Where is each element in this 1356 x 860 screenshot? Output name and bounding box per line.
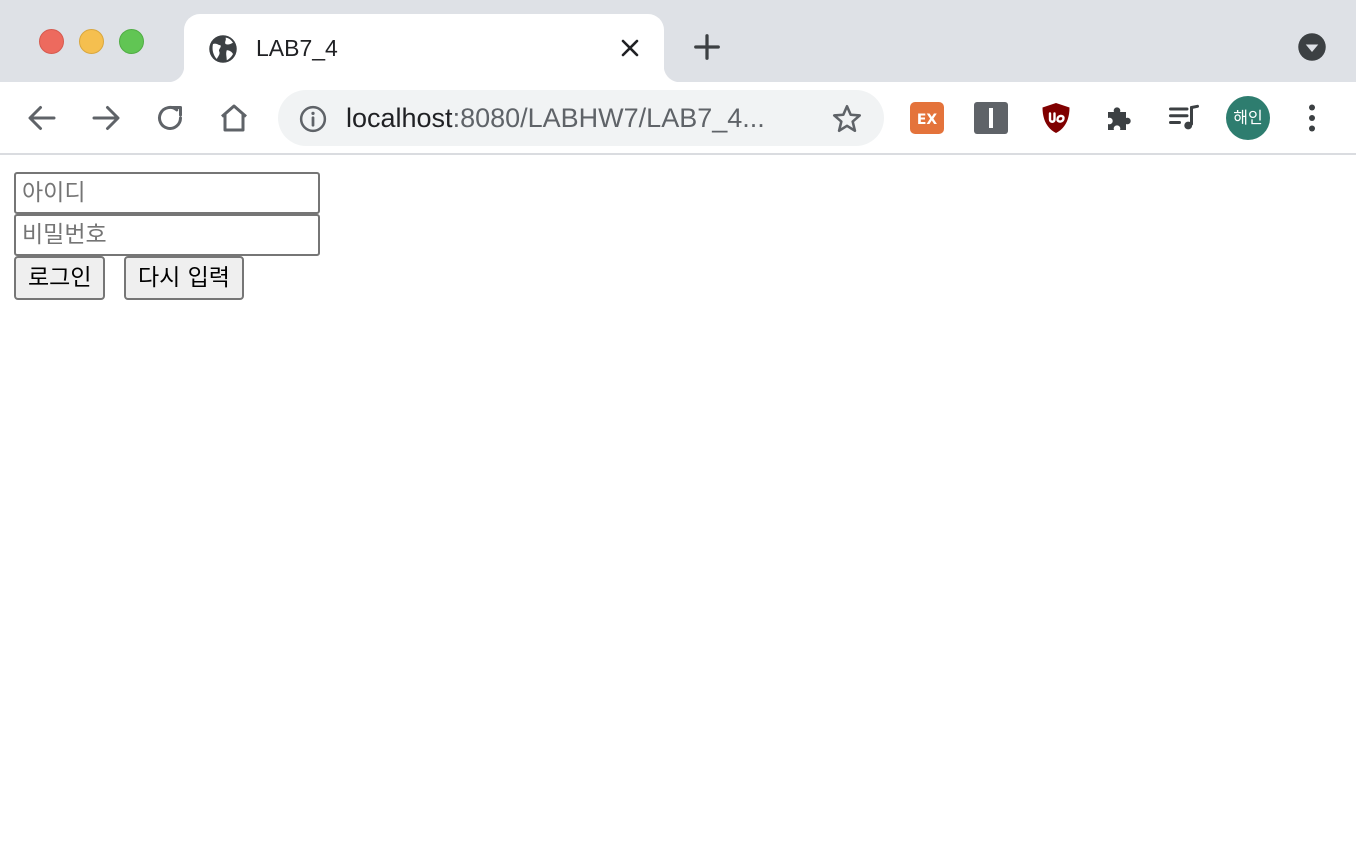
bar-extension-icon[interactable] (974, 102, 1008, 134)
back-arrow-icon[interactable] (24, 100, 60, 136)
close-window-button[interactable] (39, 29, 64, 54)
tab-title: LAB7_4 (256, 35, 338, 61)
puzzle-extension-icon[interactable] (1102, 100, 1138, 136)
id-input[interactable] (14, 172, 320, 214)
globe-icon (209, 35, 237, 63)
url-host: localhost (346, 103, 453, 133)
active-tab[interactable]: LAB7_4 (168, 14, 680, 82)
tab-search-icon[interactable] (1297, 32, 1327, 62)
maximize-window-button[interactable] (119, 29, 144, 54)
password-input[interactable] (14, 214, 320, 256)
reload-icon[interactable] (152, 100, 188, 136)
ublock-icon[interactable] (1038, 100, 1074, 136)
page-content: 로그인 다시 입력 (0, 157, 1356, 860)
url-path: :8080/LABHW7/LAB7_4... (452, 103, 765, 133)
address-bar[interactable]: localhost:8080/LABHW7/LAB7_4... (278, 90, 884, 146)
reset-button[interactable]: 다시 입력 (124, 256, 244, 300)
bookmark-star-icon[interactable] (830, 102, 864, 136)
tab-strip: LAB7_4 (0, 0, 1356, 82)
close-tab-icon[interactable] (618, 36, 642, 60)
profile-avatar[interactable]: 해인 (1226, 96, 1270, 140)
forward-arrow-icon[interactable] (88, 100, 124, 136)
new-tab-icon[interactable] (692, 32, 722, 62)
browser-toolbar: localhost:8080/LABHW7/LAB7_4... EX 해인 (0, 82, 1356, 155)
login-button[interactable]: 로그인 (14, 256, 106, 300)
info-icon[interactable] (298, 104, 328, 134)
minimize-window-button[interactable] (79, 29, 104, 54)
ex-extension-icon[interactable]: EX (910, 102, 944, 134)
url-text[interactable]: localhost:8080/LABHW7/LAB7_4... (346, 103, 816, 133)
home-icon[interactable] (216, 100, 252, 136)
kebab-menu-icon[interactable] (1294, 100, 1330, 136)
media-control-icon[interactable] (1166, 100, 1202, 136)
